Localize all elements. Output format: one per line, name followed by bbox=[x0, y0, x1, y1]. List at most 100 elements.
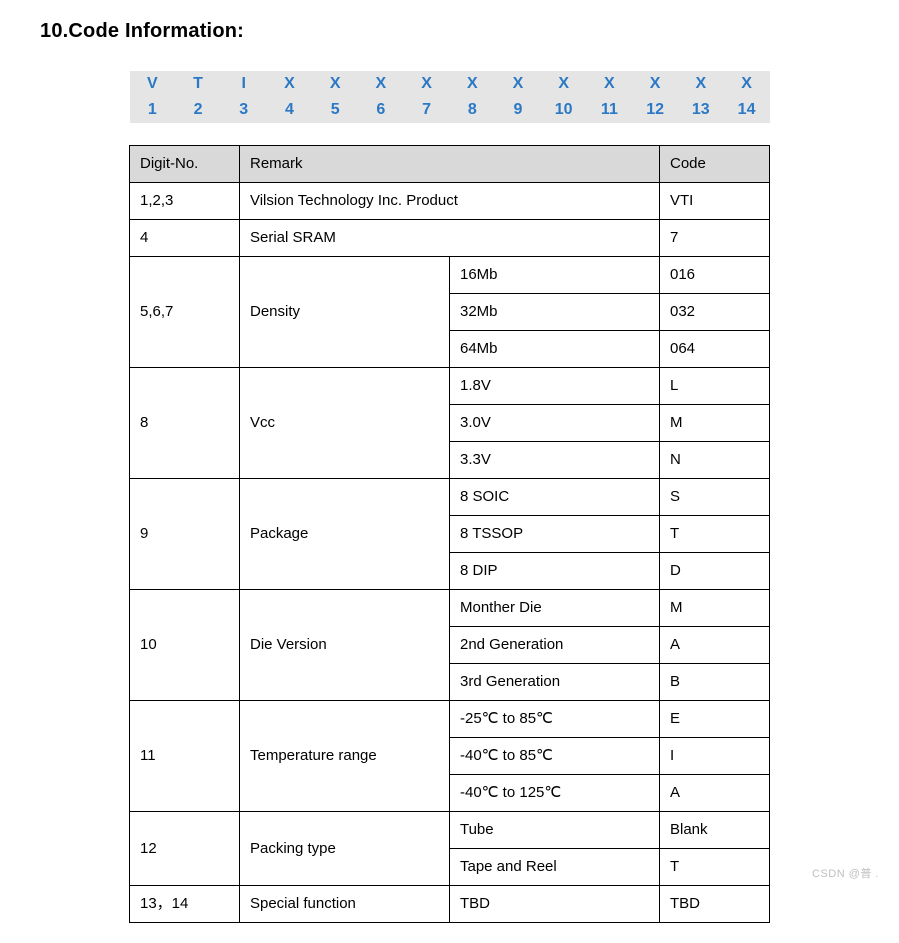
cell-label: Die Version bbox=[239, 590, 449, 701]
cell-digit: 4 bbox=[129, 220, 239, 257]
cell-label: Density bbox=[239, 257, 449, 368]
code-info-table: Digit-No. Remark Code 1,2,3 Vilsion Tech… bbox=[129, 145, 770, 923]
cell-digit: 1,2,3 bbox=[129, 183, 239, 220]
col-remark-header: Remark bbox=[239, 146, 659, 183]
cell-label: Packing type bbox=[239, 812, 449, 886]
code-strip-cell: 5 bbox=[312, 97, 358, 123]
code-strip-cell: X bbox=[587, 71, 633, 97]
code-strip-cell: X bbox=[358, 71, 404, 97]
code-strip-cell: 1 bbox=[130, 97, 176, 123]
table-row: 9 Package 8 SOIC S bbox=[129, 479, 769, 516]
cell-code: M bbox=[660, 405, 770, 442]
code-strip-cell: 8 bbox=[449, 97, 495, 123]
col-digit-header: Digit-No. bbox=[129, 146, 239, 183]
code-strip-cell: I bbox=[221, 71, 267, 97]
cell-label: Temperature range bbox=[239, 701, 449, 812]
cell-label: Vcc bbox=[239, 368, 449, 479]
cell-remark: Serial SRAM bbox=[239, 220, 659, 257]
cell-digit: 5,6,7 bbox=[129, 257, 239, 368]
code-strip-numbers-row: 1 2 3 4 5 6 7 8 9 10 11 12 13 14 bbox=[130, 97, 770, 123]
code-strip-cell: V bbox=[130, 71, 176, 97]
table-row: 1,2,3 Vilsion Technology Inc. Product VT… bbox=[129, 183, 769, 220]
code-strip-cell: 7 bbox=[404, 97, 450, 123]
cell-value: 32Mb bbox=[449, 294, 659, 331]
table-row: 4 Serial SRAM 7 bbox=[129, 220, 769, 257]
cell-code: D bbox=[660, 553, 770, 590]
code-strip-cell: 10 bbox=[541, 97, 587, 123]
cell-code: T bbox=[660, 516, 770, 553]
cell-value: -40℃ to 85℃ bbox=[449, 738, 659, 775]
code-strip-cell: 4 bbox=[267, 97, 313, 123]
code-strip-cell: X bbox=[495, 71, 541, 97]
cell-value: 3rd Generation bbox=[449, 664, 659, 701]
cell-value: -40℃ to 125℃ bbox=[449, 775, 659, 812]
table-row: 13，14 Special function TBD TBD bbox=[129, 886, 769, 923]
cell-digit: 8 bbox=[129, 368, 239, 479]
cell-value: 8 TSSOP bbox=[449, 516, 659, 553]
cell-code: S bbox=[660, 479, 770, 516]
col-code-header: Code bbox=[660, 146, 770, 183]
cell-code: A bbox=[660, 627, 770, 664]
watermark: CSDN @普 . bbox=[812, 865, 879, 881]
cell-code: E bbox=[660, 701, 770, 738]
cell-remark: Vilsion Technology Inc. Product bbox=[239, 183, 659, 220]
code-strip-cell: X bbox=[267, 71, 313, 97]
table-row: 5,6,7 Density 16Mb 016 bbox=[129, 257, 769, 294]
cell-code: 7 bbox=[660, 220, 770, 257]
code-strip-cell: 11 bbox=[587, 97, 633, 123]
cell-value: 8 DIP bbox=[449, 553, 659, 590]
code-strip-cell: 2 bbox=[175, 97, 221, 123]
code-strip-cell: 6 bbox=[358, 97, 404, 123]
table-row: 10 Die Version Monther Die M bbox=[129, 590, 769, 627]
cell-code: 016 bbox=[660, 257, 770, 294]
code-strip-cell: X bbox=[404, 71, 450, 97]
cell-digit: 12 bbox=[129, 812, 239, 886]
cell-value: -25℃ to 85℃ bbox=[449, 701, 659, 738]
code-strip-cell: 12 bbox=[632, 97, 678, 123]
cell-value: 1.8V bbox=[449, 368, 659, 405]
cell-code: 064 bbox=[660, 331, 770, 368]
cell-code: L bbox=[660, 368, 770, 405]
cell-value: 3.0V bbox=[449, 405, 659, 442]
cell-value: TBD bbox=[449, 886, 659, 923]
cell-code: M bbox=[660, 590, 770, 627]
code-strip-cell: X bbox=[312, 71, 358, 97]
cell-label: Package bbox=[239, 479, 449, 590]
cell-code: I bbox=[660, 738, 770, 775]
cell-value: 8 SOIC bbox=[449, 479, 659, 516]
section-title: 10.Code Information: bbox=[40, 20, 859, 43]
cell-digit: 11 bbox=[129, 701, 239, 812]
cell-code: Blank bbox=[660, 812, 770, 849]
code-strip-cell: T bbox=[175, 71, 221, 97]
code-strip: V T I X X X X X X X X X X X 1 2 3 4 5 6 … bbox=[130, 71, 770, 123]
cell-digit: 10 bbox=[129, 590, 239, 701]
cell-value: 2nd Generation bbox=[449, 627, 659, 664]
code-strip-cell: X bbox=[541, 71, 587, 97]
cell-code: VTI bbox=[660, 183, 770, 220]
code-strip-cell: 13 bbox=[678, 97, 724, 123]
cell-value: 64Mb bbox=[449, 331, 659, 368]
cell-code: N bbox=[660, 442, 770, 479]
cell-value: 16Mb bbox=[449, 257, 659, 294]
cell-value: Tube bbox=[449, 812, 659, 849]
table-row: 11 Temperature range -25℃ to 85℃ E bbox=[129, 701, 769, 738]
code-strip-cell: 3 bbox=[221, 97, 267, 123]
cell-value: Monther Die bbox=[449, 590, 659, 627]
cell-code: TBD bbox=[660, 886, 770, 923]
table-header-row: Digit-No. Remark Code bbox=[129, 146, 769, 183]
cell-value: 3.3V bbox=[449, 442, 659, 479]
cell-digit: 9 bbox=[129, 479, 239, 590]
cell-code: 032 bbox=[660, 294, 770, 331]
code-strip-cell: X bbox=[449, 71, 495, 97]
cell-code: A bbox=[660, 775, 770, 812]
code-strip-cell: X bbox=[632, 71, 678, 97]
cell-label: Special function bbox=[239, 886, 449, 923]
cell-code: T bbox=[660, 849, 770, 886]
cell-value: Tape and Reel bbox=[449, 849, 659, 886]
code-strip-cell: X bbox=[678, 71, 724, 97]
table-row: 8 Vcc 1.8V L bbox=[129, 368, 769, 405]
table-row: 12 Packing type Tube Blank bbox=[129, 812, 769, 849]
code-strip-cell: X bbox=[724, 71, 770, 97]
code-strip-letters-row: V T I X X X X X X X X X X X bbox=[130, 71, 770, 97]
cell-code: B bbox=[660, 664, 770, 701]
